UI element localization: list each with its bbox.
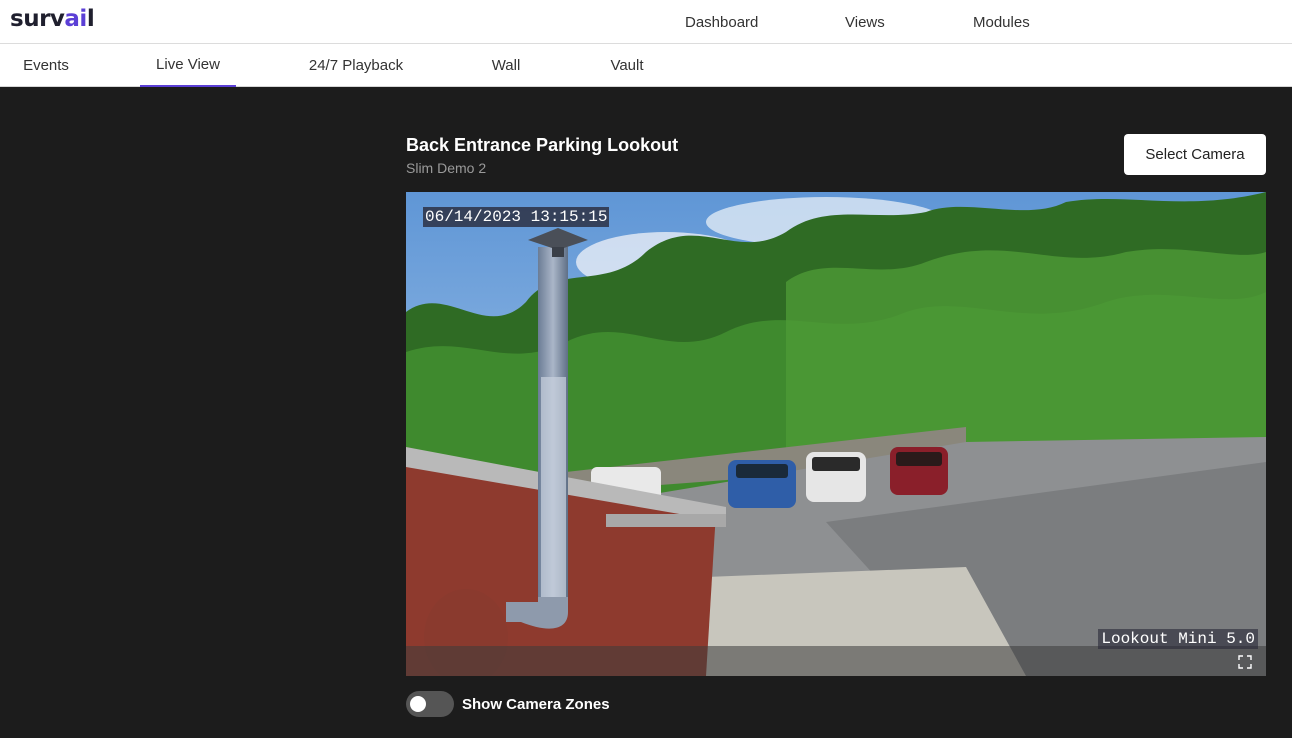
select-camera-button[interactable]: Select Camera xyxy=(1124,134,1266,175)
camera-zones-label: Show Camera Zones xyxy=(462,695,610,713)
live-view-panel: Back Entrance Parking Lookout Slim Demo … xyxy=(0,87,1292,738)
osd-timestamp: 06/14/2023 13:15:15 xyxy=(423,207,610,227)
tab-vault[interactable]: Vault xyxy=(598,44,656,87)
camera-zones-toggle[interactable] xyxy=(406,691,454,717)
tab-live-view[interactable]: Live View xyxy=(140,44,236,87)
nav-modules-link[interactable]: Modules xyxy=(973,14,1030,31)
nav-dashboard-link[interactable]: Dashboard xyxy=(685,14,758,31)
camera-subtitle: Slim Demo 2 xyxy=(406,160,487,176)
survail-logo[interactable]: survail xyxy=(10,6,95,32)
tab-playback[interactable]: 24/7 Playback xyxy=(296,44,416,87)
nav-views[interactable]: Views xyxy=(845,0,885,44)
camera-video-feed[interactable]: 06/14/2023 13:15:15 Lookout Mini 5.0 xyxy=(406,192,1266,676)
camera-scene-image xyxy=(406,192,1266,676)
fullscreen-icon[interactable] xyxy=(1238,655,1252,669)
sub-nav-tabs: Events Live View 24/7 Playback Wall Vaul… xyxy=(0,44,1292,87)
top-bar: survail Dashboard Views Modules xyxy=(0,0,1292,44)
nav-views-link[interactable]: Views xyxy=(845,14,885,31)
nav-dashboard[interactable]: Dashboard xyxy=(685,0,758,44)
nav-modules[interactable]: Modules xyxy=(973,0,1030,44)
camera-zones-toggle-row: Show Camera Zones xyxy=(406,691,610,717)
toggle-knob xyxy=(410,696,426,712)
osd-camera-model: Lookout Mini 5.0 xyxy=(1098,629,1258,649)
tab-wall[interactable]: Wall xyxy=(480,44,532,87)
video-control-bar xyxy=(406,646,1266,676)
tab-events[interactable]: Events xyxy=(8,44,84,87)
camera-title: Back Entrance Parking Lookout xyxy=(406,135,679,155)
